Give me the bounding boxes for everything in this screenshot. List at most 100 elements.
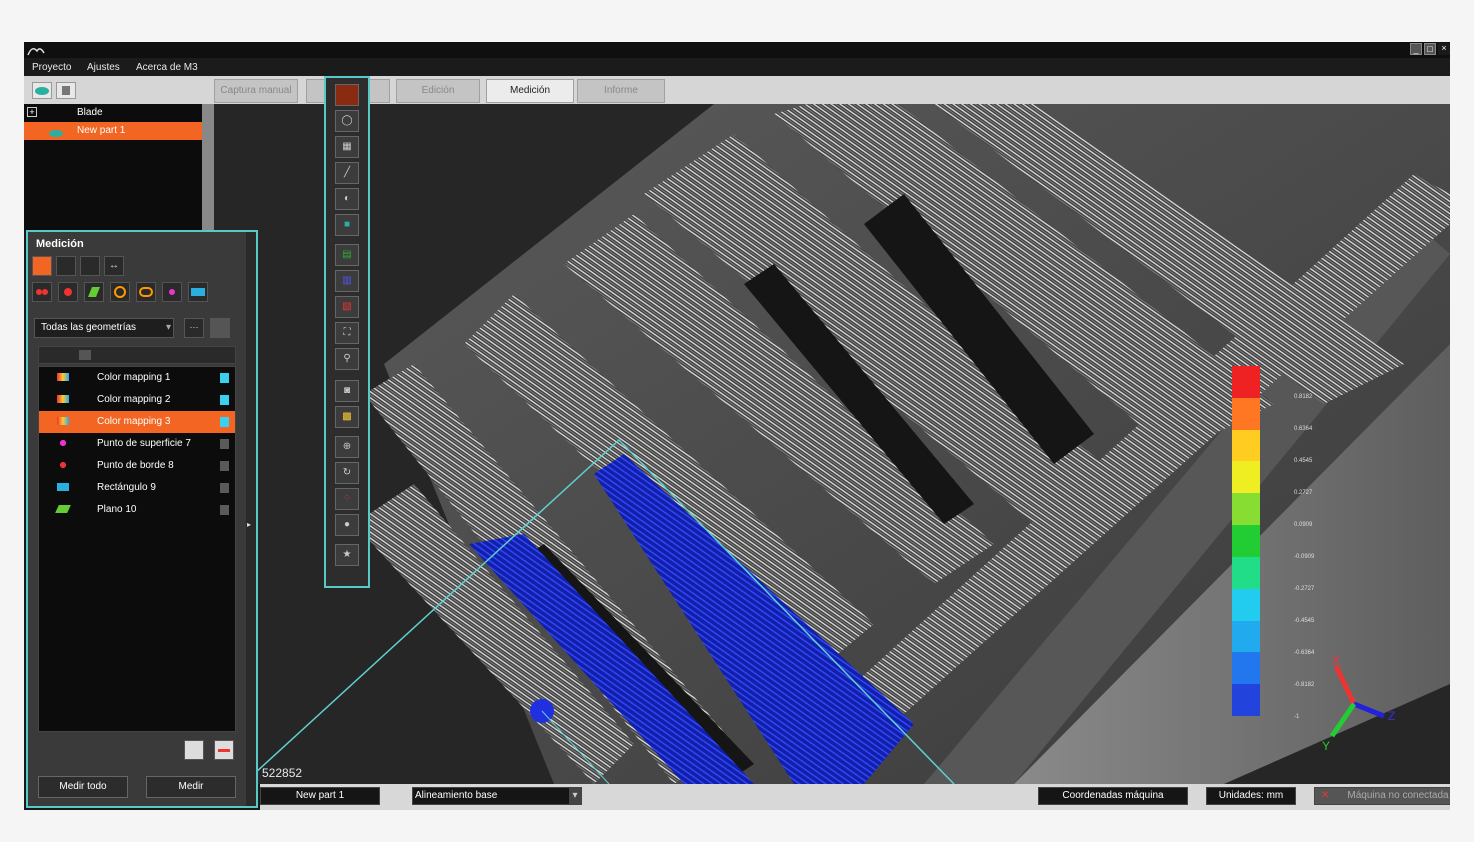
alignment-select[interactable]: Alineamiento base ▾ bbox=[412, 787, 582, 805]
3d-viewport[interactable]: 522852 X Z Y bbox=[214, 104, 1450, 784]
units-badge: Unidades: mm bbox=[1206, 787, 1296, 805]
grid-view-icon[interactable] bbox=[210, 318, 230, 338]
tree-splitter[interactable] bbox=[202, 104, 214, 230]
legend-swatch bbox=[1232, 429, 1260, 462]
visibility-checkbox[interactable] bbox=[220, 505, 229, 515]
multi-point-icon[interactable] bbox=[32, 282, 52, 302]
fixture-icon[interactable] bbox=[56, 82, 76, 99]
point-cloud-icon[interactable]: ⁘ bbox=[335, 488, 359, 510]
expand-icon[interactable]: + bbox=[27, 107, 37, 117]
chevron-down-icon: ▾ bbox=[569, 788, 581, 804]
surface-select-icon[interactable]: ◐ bbox=[335, 188, 359, 210]
chevron-down-icon: ▾ bbox=[165, 322, 171, 333]
plane-icon bbox=[55, 505, 71, 513]
list-item[interactable]: Color mapping 3 bbox=[39, 411, 235, 433]
legend-swatch bbox=[1232, 525, 1260, 557]
tab-informe[interactable]: Informe bbox=[577, 79, 665, 103]
legend-label: -0.8182 bbox=[1294, 682, 1315, 688]
legend-label: 0.8182 bbox=[1294, 394, 1313, 400]
list-item[interactable]: Color mapping 2 bbox=[39, 389, 235, 411]
tree-label-new-part: New part 1 bbox=[77, 125, 126, 136]
shapes-icon[interactable] bbox=[80, 256, 100, 276]
legend-swatch bbox=[1232, 556, 1260, 589]
tree-item-blade[interactable]: + Blade bbox=[24, 104, 202, 122]
axis-x-label: X bbox=[1332, 654, 1340, 667]
color-map-icon bbox=[57, 417, 69, 425]
view-side-icon[interactable]: ▥ bbox=[335, 270, 359, 292]
rotate-view-icon[interactable]: ↻ bbox=[335, 462, 359, 484]
tab-captura-manual[interactable]: Captura manual bbox=[214, 79, 298, 103]
axis-triad: X Z Y bbox=[1322, 654, 1395, 753]
list-item[interactable]: Rectángulo 9 bbox=[39, 477, 235, 499]
visibility-checkbox[interactable] bbox=[220, 395, 229, 405]
camera-icon[interactable]: ◙ bbox=[335, 380, 359, 402]
color-gradient-icon[interactable]: ▩ bbox=[335, 406, 359, 428]
minimize-icon[interactable]: _ bbox=[1410, 43, 1422, 55]
maximize-icon[interactable]: □ bbox=[1424, 43, 1436, 55]
menu-ajustes[interactable]: Ajustes bbox=[87, 62, 120, 73]
plane-tool-icon[interactable] bbox=[84, 282, 104, 302]
measurement-panel: Medición ↔ Todas las geometrías ▾ ··· Co… bbox=[26, 230, 258, 808]
tab-edicion[interactable]: Edición bbox=[396, 79, 480, 103]
edge-points-icon[interactable] bbox=[58, 282, 78, 302]
legend-swatch bbox=[1232, 620, 1260, 653]
header-icon bbox=[79, 350, 91, 360]
tree-item-new-part[interactable]: New part 1 bbox=[24, 122, 202, 140]
view-top-icon[interactable]: ▧ bbox=[335, 296, 359, 318]
fit-view-icon[interactable]: ⛶ bbox=[335, 322, 359, 344]
circle-tool-icon[interactable] bbox=[110, 282, 130, 302]
machine-status: ✕ Máquina no conectada bbox=[1314, 787, 1450, 805]
favorite-icon[interactable]: ★ bbox=[335, 544, 359, 566]
project-tree: + Blade New part 1 bbox=[24, 104, 202, 230]
point-tool-icon[interactable] bbox=[162, 282, 182, 302]
panel-collapse-handle[interactable]: ▸ bbox=[246, 232, 256, 806]
list-item-label: Color mapping 3 bbox=[97, 416, 171, 427]
lasso-select-icon[interactable]: ◯ bbox=[335, 110, 359, 132]
list-item[interactable]: Color mapping 1 bbox=[39, 367, 235, 389]
visibility-checkbox[interactable] bbox=[220, 417, 229, 427]
zoom-icon[interactable]: ⚲ bbox=[335, 348, 359, 370]
list-item-label: Color mapping 1 bbox=[97, 372, 171, 383]
list-item[interactable]: Punto de superficie 7 bbox=[39, 433, 235, 455]
rect-select-icon[interactable]: ▦ bbox=[335, 136, 359, 158]
title-bar: _ □ × bbox=[24, 42, 1450, 58]
menu-acerca[interactable]: Acerca de M3 bbox=[136, 62, 198, 73]
visibility-checkbox[interactable] bbox=[220, 439, 229, 449]
close-icon[interactable]: × bbox=[1438, 43, 1450, 55]
surface-point-icon bbox=[57, 439, 69, 447]
visibility-checkbox[interactable] bbox=[220, 483, 229, 493]
chevron-right-icon: ▸ bbox=[247, 520, 252, 529]
deviation-color-legend bbox=[1232, 366, 1260, 716]
tab-medicion[interactable]: Medición bbox=[486, 79, 574, 103]
list-item[interactable]: Plano 10 bbox=[39, 499, 235, 521]
more-options-button[interactable]: ··· bbox=[184, 318, 204, 338]
line-select-icon[interactable]: ╱ bbox=[335, 162, 359, 184]
distance-icon[interactable]: ↔ bbox=[104, 256, 124, 276]
list-item-label: Rectángulo 9 bbox=[97, 482, 156, 493]
measure-all-button[interactable]: Medir todo bbox=[38, 776, 128, 798]
geometry-mode-icon[interactable] bbox=[32, 256, 52, 276]
rectangle-icon bbox=[57, 483, 69, 491]
probe-icon[interactable] bbox=[56, 256, 76, 276]
color-swatch-icon[interactable] bbox=[335, 84, 359, 106]
remove-icon[interactable] bbox=[214, 740, 234, 760]
part-icon[interactable] bbox=[32, 82, 52, 99]
visibility-checkbox[interactable] bbox=[220, 373, 229, 383]
legend-swatch bbox=[1232, 588, 1260, 621]
lock-view-icon[interactable]: ⊕ bbox=[335, 436, 359, 458]
color-map-tool-icon[interactable] bbox=[188, 282, 208, 302]
view-front-icon[interactable]: ▤ bbox=[335, 244, 359, 266]
panel-title: Medición bbox=[36, 238, 84, 250]
slot-tool-icon[interactable] bbox=[136, 282, 156, 302]
folder-icon[interactable] bbox=[184, 740, 204, 760]
geometry-filter-select[interactable]: Todas las geometrías ▾ bbox=[34, 318, 174, 338]
filter-value: Todas las geometrías bbox=[41, 322, 137, 333]
list-item[interactable]: Punto de borde 8 bbox=[39, 455, 235, 477]
measure-button[interactable]: Medir bbox=[146, 776, 236, 798]
visibility-checkbox[interactable] bbox=[220, 461, 229, 471]
mesh-shading-icon[interactable]: ● bbox=[335, 514, 359, 536]
menu-proyecto[interactable]: Proyecto bbox=[32, 62, 71, 73]
legend-label: -1 bbox=[1294, 714, 1300, 720]
legend-label: 0.6364 bbox=[1294, 426, 1313, 432]
box-select-icon[interactable]: ■ bbox=[335, 214, 359, 236]
